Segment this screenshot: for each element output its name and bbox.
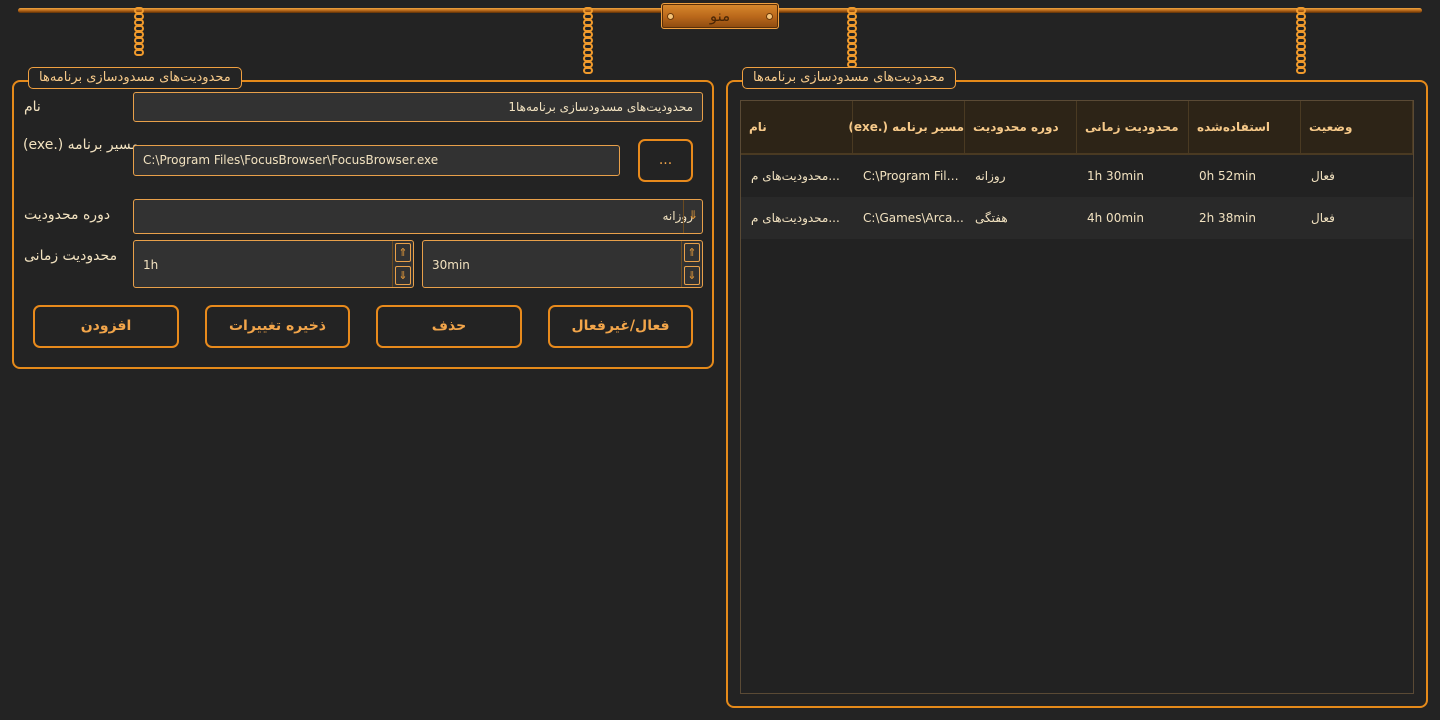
hours-value: 1h [143,258,159,272]
cell-status: فعال [1311,211,1335,225]
path-label: مسیر برنامه (.exe) [23,137,139,153]
spin-down-icon[interactable]: ⇓ [395,266,411,285]
limit-editor-title: محدودیت‌های مسدودسازی برنامه‌ها [28,67,242,89]
chain-decoration [581,7,595,74]
chain-decoration [845,7,859,68]
column-header-time-limit[interactable]: محدودیت زمانی [1077,101,1189,153]
nail-icon [667,13,674,20]
cell-time-limit: 4h 00min [1087,211,1144,225]
cell-path: C:\Program File... [863,169,965,183]
nail-icon [766,13,773,20]
column-header-path[interactable]: مسیر برنامه (.exe) [848,101,965,153]
cell-path: C:\Games\Arca... [863,211,964,225]
cell-name: ...محدودیت‌های م [751,211,840,225]
name-label: نام [24,99,41,115]
minutes-spinbox[interactable]: 30min ⇑ ⇓ [422,240,703,288]
toggle-active-button[interactable]: فعال/غیرفعال [548,305,693,348]
chevron-down-icon: ⇓ [683,200,702,233]
table-header: وضعیت استفاده‌شده محدودیت زمانی دوره محد… [741,101,1413,155]
period-label: دوره محدودیت [24,207,111,223]
spin-up-icon[interactable]: ⇑ [684,243,700,262]
limits-list-title: محدودیت‌های مسدودسازی برنامه‌ها [742,67,956,89]
cell-period: هفتگی [975,211,1008,225]
period-select[interactable]: روزانه ⇓ [133,199,703,234]
column-header-name[interactable]: نام [741,101,853,153]
minutes-value: 30min [432,258,470,272]
cell-time-limit: 1h 30min [1087,169,1144,183]
time-limit-label: محدودیت زمانی [24,248,118,264]
save-changes-button[interactable]: ذخیره تغییرات [205,305,350,348]
path-input[interactable]: C:\Program Files\FocusBrowser\FocusBrows… [133,145,620,176]
delete-button[interactable]: حذف [376,305,522,348]
browse-button[interactable]: ... [638,139,693,182]
cell-status: فعال [1311,169,1335,183]
add-button[interactable]: افزودن [33,305,179,348]
spin-up-icon[interactable]: ⇑ [395,243,411,262]
menu-label: منو [709,7,731,25]
cell-name: ...محدودیت‌های م [751,169,840,183]
cell-used: 0h 52min [1199,169,1256,183]
column-header-used[interactable]: استفاده‌شده [1189,101,1301,153]
chain-decoration [1294,7,1308,74]
limits-table[interactable]: وضعیت استفاده‌شده محدودیت زمانی دوره محد… [740,100,1414,694]
cell-period: روزانه [975,169,1006,183]
table-row[interactable]: فعال 0h 52min 1h 30min روزانه C:\Program… [741,155,1413,197]
cell-used: 2h 38min [1199,211,1256,225]
hours-spinbox[interactable]: 1h ⇑ ⇓ [133,240,414,288]
column-header-status[interactable]: وضعیت [1301,101,1413,153]
chain-decoration [132,7,146,56]
column-header-period[interactable]: دوره محدودیت [965,101,1077,153]
table-row[interactable]: فعال 2h 38min 4h 00min هفتگی C:\Games\Ar… [741,197,1413,239]
name-input[interactable]: محدودیت‌های مسدودسازی برنامه‌ها1 [133,92,703,122]
spin-down-icon[interactable]: ⇓ [684,266,700,285]
menu-button[interactable]: منو [661,3,779,29]
